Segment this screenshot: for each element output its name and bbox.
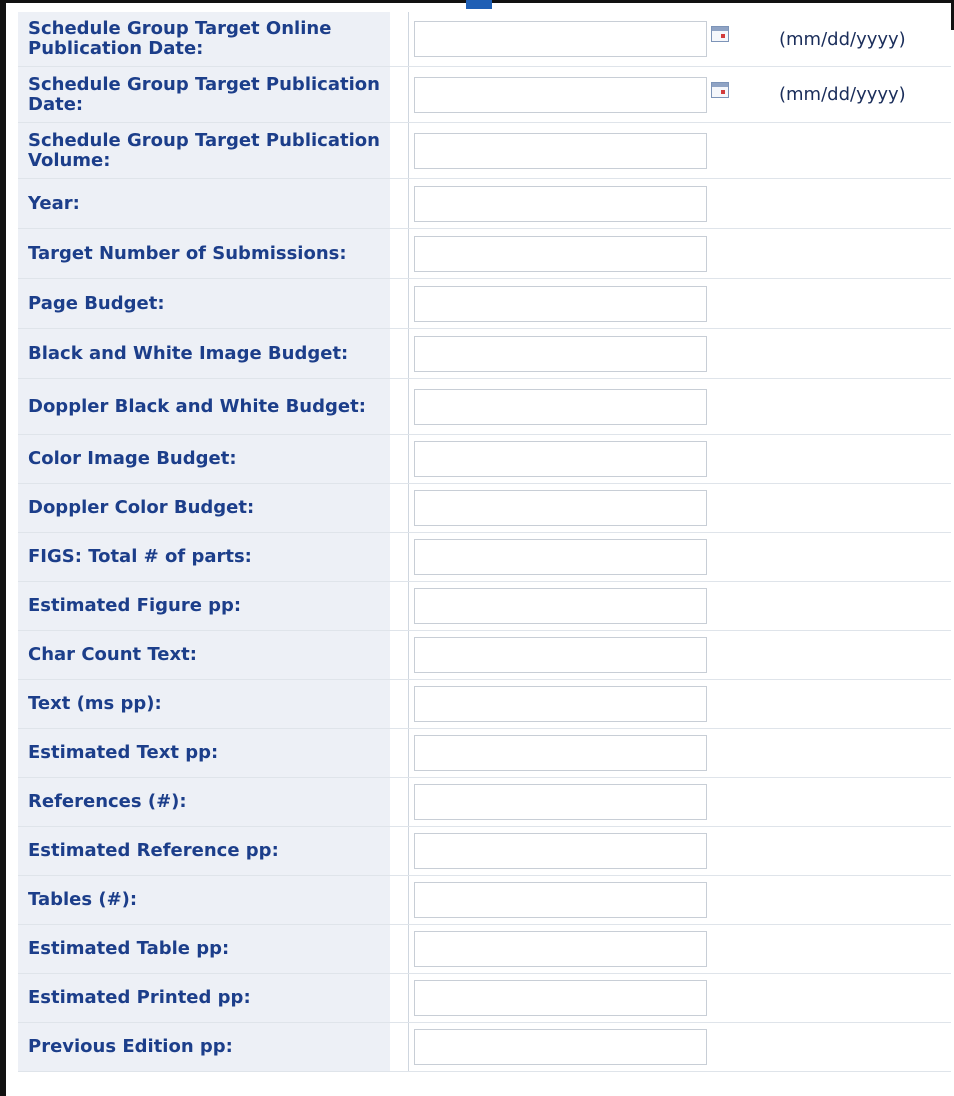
- estimated-reference-pp-input[interactable]: [414, 833, 707, 869]
- row-target-submissions: Target Number of Submissions:: [18, 229, 951, 279]
- field-label: Estimated Reference pp:: [18, 827, 390, 875]
- tables-input[interactable]: [414, 882, 707, 918]
- date-format-hint: (mm/dd/yyyy): [779, 84, 906, 105]
- row-previous-edition-pp: Previous Edition pp:: [18, 1023, 951, 1072]
- field-label: Estimated Table pp:: [18, 925, 390, 973]
- color-image-budget-input[interactable]: [414, 441, 707, 477]
- field-label: Page Budget:: [18, 279, 390, 328]
- field-label: Year:: [18, 179, 390, 228]
- field-label: Estimated Text pp:: [18, 729, 390, 777]
- row-estimated-figure-pp: Estimated Figure pp:: [18, 582, 951, 631]
- field-label: Char Count Text:: [18, 631, 390, 679]
- row-tables: Tables (#):: [18, 876, 951, 925]
- field-label: Color Image Budget:: [18, 435, 390, 483]
- row-doppler-bw-budget: Doppler Black and White Budget:: [18, 379, 951, 435]
- row-doppler-color-budget: Doppler Color Budget:: [18, 484, 951, 533]
- field-label: Estimated Printed pp:: [18, 974, 390, 1022]
- publication-date-input[interactable]: [414, 76, 707, 113]
- field-label: Doppler Black and White Budget:: [18, 379, 390, 434]
- field-label: Schedule Group Target Online Publication…: [18, 12, 390, 66]
- field-label: Black and White Image Budget:: [18, 329, 390, 378]
- char-count-text-input[interactable]: [414, 637, 707, 673]
- field-label: References (#):: [18, 778, 390, 826]
- left-border: [0, 0, 6, 1096]
- field-label: Doppler Color Budget:: [18, 484, 390, 532]
- field-label: FIGS: Total # of parts:: [18, 533, 390, 581]
- field-label: Previous Edition pp:: [18, 1023, 390, 1071]
- references-input[interactable]: [414, 784, 707, 820]
- row-bw-image-budget: Black and White Image Budget:: [18, 329, 951, 379]
- row-estimated-reference-pp: Estimated Reference pp:: [18, 827, 951, 876]
- figs-total-parts-input[interactable]: [414, 539, 707, 575]
- calendar-icon[interactable]: [711, 81, 729, 98]
- field-label: Text (ms pp):: [18, 680, 390, 728]
- row-color-image-budget: Color Image Budget:: [18, 435, 951, 484]
- previous-edition-pp-input[interactable]: [414, 1029, 707, 1065]
- row-year: Year:: [18, 179, 951, 229]
- row-page-budget: Page Budget:: [18, 279, 951, 329]
- estimated-printed-pp-input[interactable]: [414, 980, 707, 1016]
- online-publication-date-input[interactable]: [414, 21, 707, 57]
- header-tab-marker: [466, 0, 492, 9]
- row-estimated-printed-pp: Estimated Printed pp:: [18, 974, 951, 1023]
- page-budget-input[interactable]: [414, 285, 707, 322]
- row-figs-total-parts: FIGS: Total # of parts:: [18, 533, 951, 582]
- row-online-publication-date: Schedule Group Target Online Publication…: [18, 12, 951, 67]
- doppler-color-budget-input[interactable]: [414, 490, 707, 526]
- estimated-table-pp-input[interactable]: [414, 931, 707, 967]
- estimated-text-pp-input[interactable]: [414, 735, 707, 771]
- schedule-form: Schedule Group Target Online Publication…: [18, 12, 951, 1072]
- row-text-ms-pp: Text (ms pp):: [18, 680, 951, 729]
- publication-volume-input[interactable]: [414, 132, 707, 169]
- estimated-figure-pp-input[interactable]: [414, 588, 707, 624]
- field-label: Target Number of Submissions:: [18, 229, 390, 278]
- year-input[interactable]: [414, 185, 707, 222]
- row-publication-date: Schedule Group Target Publication Date: …: [18, 67, 951, 123]
- row-publication-volume: Schedule Group Target Publication Volume…: [18, 123, 951, 179]
- row-char-count-text: Char Count Text:: [18, 631, 951, 680]
- field-label: Schedule Group Target Publication Date:: [18, 67, 390, 122]
- field-label: Tables (#):: [18, 876, 390, 924]
- row-references: References (#):: [18, 778, 951, 827]
- bw-image-budget-input[interactable]: [414, 335, 707, 372]
- doppler-bw-budget-input[interactable]: [414, 388, 707, 425]
- field-label: Schedule Group Target Publication Volume…: [18, 123, 390, 178]
- field-label: Estimated Figure pp:: [18, 582, 390, 630]
- target-submissions-input[interactable]: [414, 235, 707, 272]
- text-ms-pp-input[interactable]: [414, 686, 707, 722]
- row-estimated-text-pp: Estimated Text pp:: [18, 729, 951, 778]
- date-format-hint: (mm/dd/yyyy): [779, 28, 906, 50]
- row-estimated-table-pp: Estimated Table pp:: [18, 925, 951, 974]
- calendar-icon[interactable]: [711, 26, 729, 42]
